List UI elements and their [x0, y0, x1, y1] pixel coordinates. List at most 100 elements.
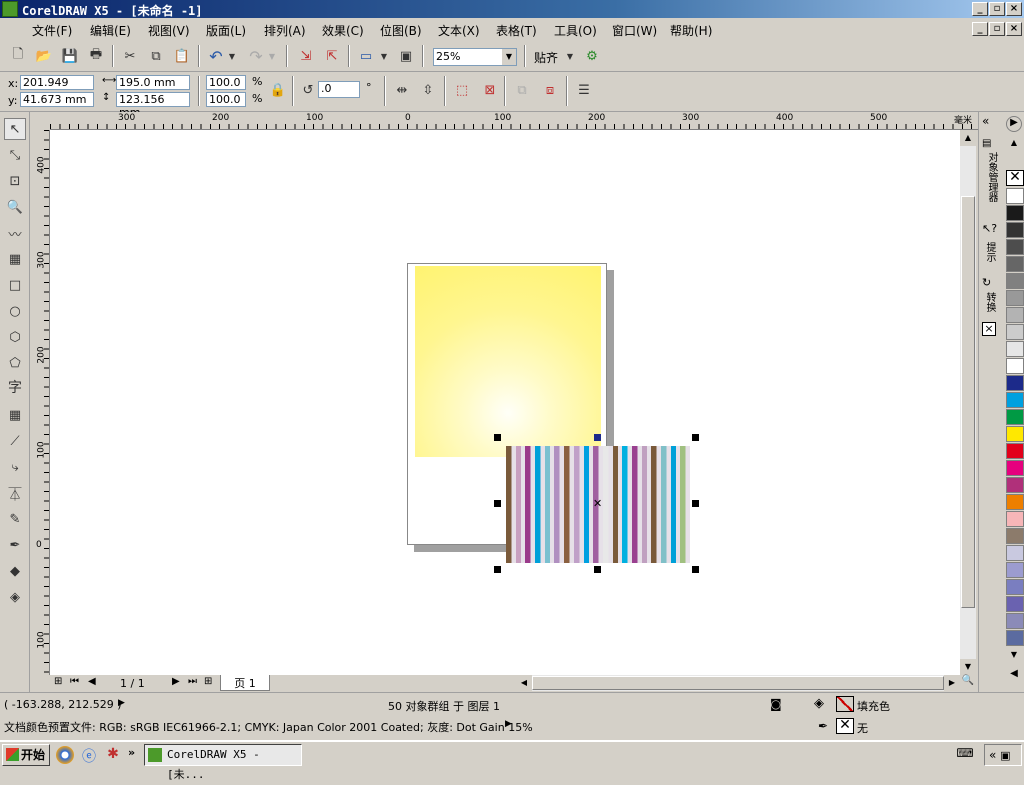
menu-text[interactable]: 文本(X): [438, 22, 480, 39]
app-quicklaunch-icon[interactable]: ✱: [104, 746, 122, 764]
color-swatch[interactable]: [1006, 188, 1024, 204]
blend-tool-icon[interactable]: ⏄: [4, 482, 26, 504]
width-field[interactable]: 195.0 mm: [116, 75, 190, 90]
page-tab[interactable]: 页 1: [220, 675, 270, 691]
selection-handle[interactable]: [692, 500, 699, 507]
next-page-icon[interactable]: ▶: [172, 676, 180, 687]
polygon-tool-icon[interactable]: ⬡: [4, 326, 26, 348]
export-icon[interactable]: ⇱: [322, 46, 342, 66]
scroll-left-icon[interactable]: ◀: [516, 675, 532, 691]
vertical-scrollbar[interactable]: ▲ ▼: [960, 130, 976, 675]
collapse-docker-icon[interactable]: «: [982, 114, 989, 128]
mirror-horizontal-icon[interactable]: ⇹: [392, 80, 412, 100]
selection-handle[interactable]: [494, 500, 501, 507]
zoom-navigator-icon[interactable]: 🔍: [960, 675, 976, 691]
chrome-icon[interactable]: [56, 746, 74, 764]
menu-edit[interactable]: 编辑(E): [90, 22, 131, 39]
selection-handle[interactable]: [692, 434, 699, 441]
redo-dropdown-icon[interactable]: ▼: [266, 46, 278, 66]
profile-arrow-icon[interactable]: ▶: [505, 719, 512, 729]
drawing-canvas[interactable]: ✕: [50, 130, 960, 675]
mirror-vertical-icon[interactable]: ⇳: [418, 80, 438, 100]
color-swatch[interactable]: [1006, 222, 1024, 238]
shape-tool-icon[interactable]: ⤡: [4, 144, 26, 166]
horizontal-scroll-thumb[interactable]: [532, 676, 944, 690]
menu-window[interactable]: 窗口(W): [612, 22, 657, 39]
lock-ratio-icon[interactable]: 🔒: [268, 80, 288, 100]
pick-tool-icon[interactable]: ↖: [4, 118, 26, 140]
color-swatch[interactable]: [1006, 273, 1024, 289]
palette-scroll-up-icon[interactable]: ▶: [1006, 116, 1022, 132]
height-field[interactable]: 123.156 mm: [116, 92, 190, 119]
menu-arrange[interactable]: 排列(A): [264, 22, 306, 39]
color-swatch[interactable]: [1006, 341, 1024, 357]
copy-icon[interactable]: ⧉: [146, 46, 166, 66]
color-swatch[interactable]: [1006, 460, 1024, 476]
freehand-tool-icon[interactable]: 〰: [4, 222, 26, 244]
zoom-tool-icon[interactable]: 🔍: [4, 196, 26, 218]
doc-restore-button[interactable]: ▫: [989, 22, 1005, 36]
color-profile-info[interactable]: 文档颜色预置文件: RGB: sRGB IEC61966-2.1; CMYK: …: [4, 719, 533, 735]
connector-tool-icon[interactable]: ⤷: [4, 456, 26, 478]
color-swatch[interactable]: [1006, 375, 1024, 391]
keyboard-icon[interactable]: ⌨: [956, 746, 974, 764]
color-swatch[interactable]: [1006, 443, 1024, 459]
launcher-dropdown-icon[interactable]: ▼: [378, 46, 390, 66]
network-icon[interactable]: ▣: [1000, 749, 1010, 762]
add-page-icon[interactable]: ⊞: [54, 676, 62, 687]
color-swatch[interactable]: [1006, 426, 1024, 442]
scroll-right-icon[interactable]: ▶: [944, 675, 960, 691]
combine-icon[interactable]: ⧉: [512, 80, 532, 100]
redo-icon[interactable]: ↷: [246, 46, 266, 66]
tab-object-manager[interactable]: 对象管理器: [983, 152, 997, 202]
save-icon[interactable]: 💾: [60, 46, 80, 66]
align-distribute-icon[interactable]: ☰: [574, 80, 594, 100]
group-icon[interactable]: ⬚: [452, 80, 472, 100]
open-icon[interactable]: 📂: [34, 46, 54, 66]
welcome-screen-icon[interactable]: ▣: [396, 46, 416, 66]
crop-tool-icon[interactable]: ⊡: [4, 170, 26, 192]
rotation-angle-field[interactable]: .0: [318, 81, 360, 98]
eyedropper-tool-icon[interactable]: ✎: [4, 508, 26, 530]
paste-icon[interactable]: 📋: [172, 46, 192, 66]
color-swatch[interactable]: [1006, 562, 1024, 578]
undo-icon[interactable]: ↶: [206, 46, 226, 66]
outline-color-indicator[interactable]: ✕: [836, 718, 854, 734]
close-button[interactable]: ×: [1006, 2, 1022, 16]
outline-tool-icon[interactable]: ✒: [4, 534, 26, 556]
color-swatch[interactable]: [1006, 324, 1024, 340]
doc-close-button[interactable]: ×: [1006, 22, 1022, 36]
color-swatch[interactable]: [1006, 545, 1024, 561]
color-swatch[interactable]: [1006, 239, 1024, 255]
rectangle-tool-icon[interactable]: □: [4, 274, 26, 296]
scroll-up-icon[interactable]: ▲: [960, 130, 976, 146]
selection-handle[interactable]: [494, 434, 501, 441]
color-swatch[interactable]: [1006, 579, 1024, 595]
color-swatch[interactable]: [1006, 528, 1024, 544]
minimize-button[interactable]: _: [972, 2, 988, 16]
new-document-icon[interactable]: 🗋: [8, 46, 28, 66]
interactive-fill-tool-icon[interactable]: ◈: [4, 586, 26, 608]
horizontal-ruler[interactable]: 300 200 100 0 100 200 300 400 500 毫米: [50, 112, 978, 130]
menu-tools[interactable]: 工具(O): [554, 22, 597, 39]
ellipse-tool-icon[interactable]: ○: [4, 300, 26, 322]
fill-color-indicator[interactable]: [836, 696, 854, 712]
y-position-field[interactable]: 41.673 mm: [20, 92, 94, 107]
snap-to-button[interactable]: 贴齐: [534, 49, 558, 66]
cut-icon[interactable]: ✂: [120, 46, 140, 66]
color-swatch[interactable]: [1006, 290, 1024, 306]
vertical-scroll-thumb[interactable]: [961, 196, 975, 608]
break-apart-icon[interactable]: ⧈: [540, 80, 560, 100]
first-page-icon[interactable]: ⏮: [70, 676, 79, 687]
ungroup-icon[interactable]: ⊠: [480, 80, 500, 100]
taskbar-coreldraw-button[interactable]: CorelDRAW X5 - [未...: [144, 744, 302, 781]
menu-file[interactable]: 文件(F): [32, 22, 72, 39]
selection-handle[interactable]: [594, 434, 601, 441]
menu-effects[interactable]: 效果(C): [322, 22, 364, 39]
ie-icon[interactable]: ⓔ: [80, 746, 98, 765]
text-tool-icon[interactable]: 字: [4, 376, 26, 398]
horizontal-scrollbar[interactable]: ◀ ▶: [516, 675, 960, 691]
tab-hints[interactable]: 提示: [983, 242, 997, 262]
tab-transform[interactable]: 转换: [983, 292, 997, 312]
palette-down-icon[interactable]: ▼: [1006, 650, 1022, 660]
